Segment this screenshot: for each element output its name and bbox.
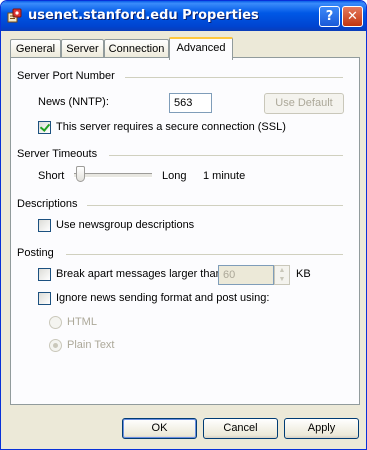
kb-label: KB bbox=[296, 268, 311, 280]
tab-advanced[interactable]: Advanced bbox=[169, 37, 233, 60]
window-title: usenet.stanford.edu Properties bbox=[28, 8, 259, 23]
spin-down-icon[interactable]: ▼ bbox=[275, 275, 289, 284]
timeout-slider-thumb[interactable] bbox=[76, 166, 86, 182]
group-divider bbox=[109, 155, 343, 156]
use-descriptions-checkbox[interactable] bbox=[38, 219, 51, 232]
html-radio-label: HTML bbox=[67, 316, 97, 328]
close-button[interactable]: ✕ bbox=[342, 6, 363, 27]
apply-button[interactable]: Apply bbox=[284, 418, 359, 439]
posting-group-title: Posting bbox=[17, 247, 54, 259]
ok-button[interactable]: OK bbox=[122, 418, 197, 439]
help-button[interactable]: ? bbox=[319, 6, 340, 27]
properties-dialog: usenet.stanford.edu Properties ? ✕ Gener… bbox=[0, 0, 367, 450]
ssl-checkbox[interactable] bbox=[38, 121, 51, 134]
use-default-button[interactable]: Use Default bbox=[264, 93, 344, 114]
spin-up-icon[interactable]: ▲ bbox=[275, 266, 289, 275]
cancel-button[interactable]: Cancel bbox=[203, 418, 278, 439]
server-timeouts-group-title: Server Timeouts bbox=[17, 148, 98, 160]
timeout-value-text: 1 minute bbox=[203, 170, 246, 182]
news-port-label: News (NNTP): bbox=[38, 96, 109, 108]
plain-text-radio-label: Plain Text bbox=[67, 339, 115, 351]
server-port-group-title: Server Port Number bbox=[17, 70, 115, 82]
timeout-long-label: Long bbox=[162, 170, 187, 182]
news-port-input[interactable]: 563 bbox=[169, 93, 212, 113]
use-descriptions-label: Use newsgroup descriptions bbox=[56, 219, 195, 231]
break-size-input[interactable]: 60 bbox=[218, 265, 274, 285]
title-bar[interactable]: usenet.stanford.edu Properties ? ✕ bbox=[1, 1, 366, 31]
break-size-spinner[interactable]: ▲ ▼ bbox=[274, 265, 290, 285]
group-divider bbox=[87, 205, 343, 206]
break-apart-checkbox[interactable] bbox=[38, 268, 51, 281]
timeout-slider-track[interactable] bbox=[74, 173, 152, 178]
html-radio[interactable] bbox=[49, 316, 62, 329]
group-divider bbox=[125, 77, 343, 78]
group-divider bbox=[66, 254, 343, 255]
ignore-format-label: Ignore news sending format and post usin… bbox=[56, 292, 270, 304]
plain-text-radio[interactable] bbox=[49, 339, 62, 352]
tab-general[interactable]: General bbox=[10, 39, 61, 58]
ssl-label: This server requires a secure connection… bbox=[56, 121, 286, 133]
tab-server[interactable]: Server bbox=[61, 39, 104, 58]
timeout-short-label: Short bbox=[38, 170, 65, 182]
break-apart-label: Break apart messages larger than bbox=[56, 268, 222, 280]
newsgroup-server-icon bbox=[7, 8, 23, 24]
tab-connection[interactable]: Connection bbox=[104, 39, 169, 58]
ignore-format-checkbox[interactable] bbox=[38, 292, 51, 305]
descriptions-group-title: Descriptions bbox=[17, 198, 78, 210]
advanced-tab-panel: Server Port Number News (NNTP): 563 Use … bbox=[10, 57, 360, 405]
